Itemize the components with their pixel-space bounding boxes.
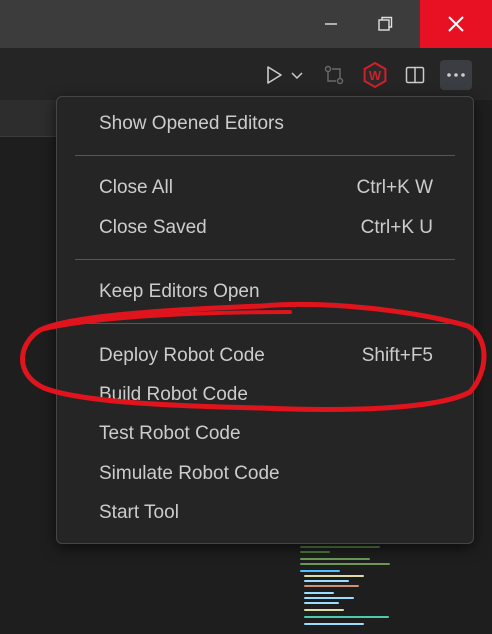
menu-item-start-tool[interactable]: Start Tool: [57, 496, 473, 530]
compare-changes-button[interactable]: [318, 60, 350, 90]
minimize-button[interactable]: [308, 0, 354, 48]
menu-item-label: Deploy Robot Code: [99, 345, 265, 366]
title-bar: [0, 0, 492, 48]
close-icon: [448, 16, 464, 32]
menu-separator: [75, 259, 455, 260]
compare-changes-icon: [324, 65, 344, 85]
menu-item-shortcut: Ctrl+K W: [356, 177, 433, 198]
menu-item-label: Keep Editors Open: [99, 281, 260, 302]
close-window-button[interactable]: [420, 0, 492, 48]
menu-item-close-saved[interactable]: Close Saved Ctrl+K U: [57, 211, 473, 245]
menu-item-keep-editors-open[interactable]: Keep Editors Open: [57, 275, 473, 309]
menu-item-build-robot-code[interactable]: Build Robot Code: [57, 378, 473, 412]
wpilib-icon: W: [363, 62, 387, 88]
menu-item-simulate-robot-code[interactable]: Simulate Robot Code: [57, 457, 473, 491]
menu-item-label: Test Robot Code: [99, 423, 241, 444]
restore-icon: [378, 16, 393, 31]
menu-item-label: Start Tool: [99, 502, 179, 523]
menu-item-shortcut: Ctrl+K U: [360, 217, 433, 238]
minimap: [296, 540, 406, 634]
menu-item-label: Close All: [99, 177, 173, 198]
menu-item-show-opened-editors[interactable]: Show Opened Editors: [57, 107, 473, 141]
menu-item-label: Simulate Robot Code: [99, 463, 280, 484]
minimize-icon: [325, 23, 337, 25]
split-editor-icon: [405, 66, 425, 84]
chevron-down-icon: [291, 72, 303, 80]
more-actions-menu: Show Opened Editors Close All Ctrl+K W C…: [56, 96, 474, 544]
run-button[interactable]: [258, 60, 310, 90]
menu-item-deploy-robot-code[interactable]: Deploy Robot Code Shift+F5: [57, 339, 473, 373]
menu-item-label: Show Opened Editors: [99, 113, 284, 134]
menu-item-label: Close Saved: [99, 217, 207, 238]
menu-item-label: Build Robot Code: [99, 384, 248, 405]
menu-item-test-robot-code[interactable]: Test Robot Code: [57, 417, 473, 451]
menu-item-shortcut: Shift+F5: [361, 345, 433, 366]
restore-button[interactable]: [362, 0, 408, 48]
menu-separator: [75, 323, 455, 324]
wpilib-button[interactable]: W: [358, 60, 392, 90]
menu-item-close-all[interactable]: Close All Ctrl+K W: [57, 171, 473, 205]
split-editor-button[interactable]: [398, 60, 432, 90]
more-actions-button[interactable]: [440, 60, 472, 90]
run-icon: [267, 66, 282, 84]
wpilib-letter: W: [369, 68, 382, 83]
menu-separator: [75, 155, 455, 156]
vscode-window: W Show Opened Editors Close All Ctrl+K W…: [0, 0, 492, 634]
more-actions-icon: [447, 73, 465, 77]
